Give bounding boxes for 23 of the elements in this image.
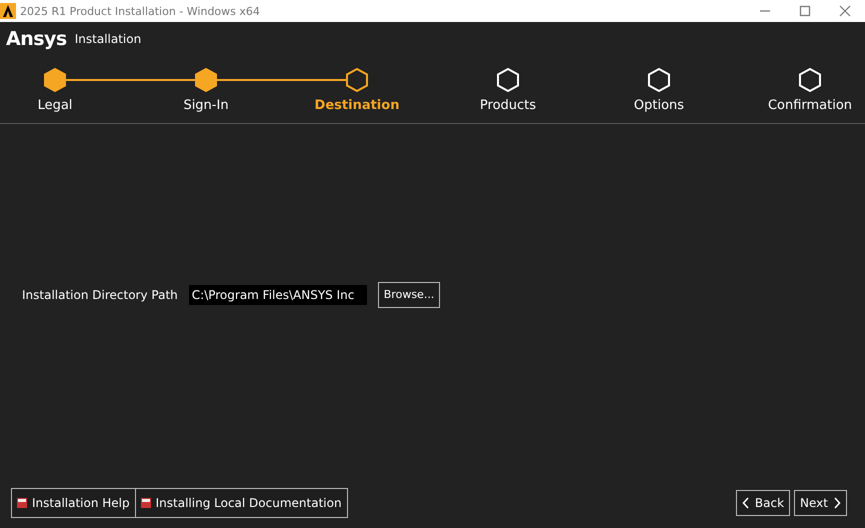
back-button[interactable]: Back bbox=[736, 490, 790, 516]
brand-logo: Ansys bbox=[6, 28, 67, 50]
browse-button[interactable]: Browse... bbox=[378, 282, 440, 308]
step-label[interactable]: Legal bbox=[38, 98, 72, 113]
step-label[interactable]: Confirmation bbox=[768, 98, 852, 113]
help-button[interactable]: Installation Help bbox=[11, 488, 136, 518]
step-label[interactable]: Products bbox=[480, 98, 536, 113]
header-subtitle: Installation bbox=[74, 32, 142, 46]
step-label[interactable]: Sign-In bbox=[183, 98, 229, 113]
help-button[interactable]: Installing Local Documentation bbox=[134, 488, 348, 518]
directory-field[interactable]: C:\Program Files\ANSYS Inc bbox=[188, 284, 367, 304]
window-title: 2025 R1 Product Installation - Windows x64 bbox=[20, 4, 261, 18]
chevron-left-icon bbox=[742, 497, 750, 509]
maximize-icon[interactable] bbox=[799, 5, 811, 17]
chevron-right-icon bbox=[833, 497, 841, 509]
next-button[interactable]: Next bbox=[794, 490, 847, 516]
step-label[interactable]: Options bbox=[634, 98, 684, 113]
pdf-icon bbox=[140, 498, 151, 508]
step-label[interactable]: Destination bbox=[314, 98, 400, 113]
directory-label: Installation Directory Path bbox=[22, 288, 178, 302]
pdf-icon bbox=[17, 498, 27, 508]
close-icon[interactable] bbox=[839, 5, 851, 17]
app-logo-icon bbox=[0, 3, 16, 19]
